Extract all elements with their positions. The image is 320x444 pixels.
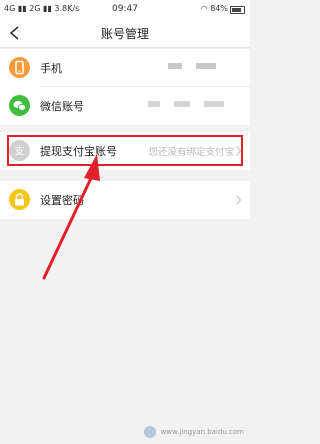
watermark: www.jingyan.baidu.com	[144, 426, 244, 438]
watermark-text: www.jingyan.baidu.com	[160, 428, 244, 436]
baidu-logo-icon	[144, 426, 157, 438]
annotation-arrow	[42, 154, 100, 280]
